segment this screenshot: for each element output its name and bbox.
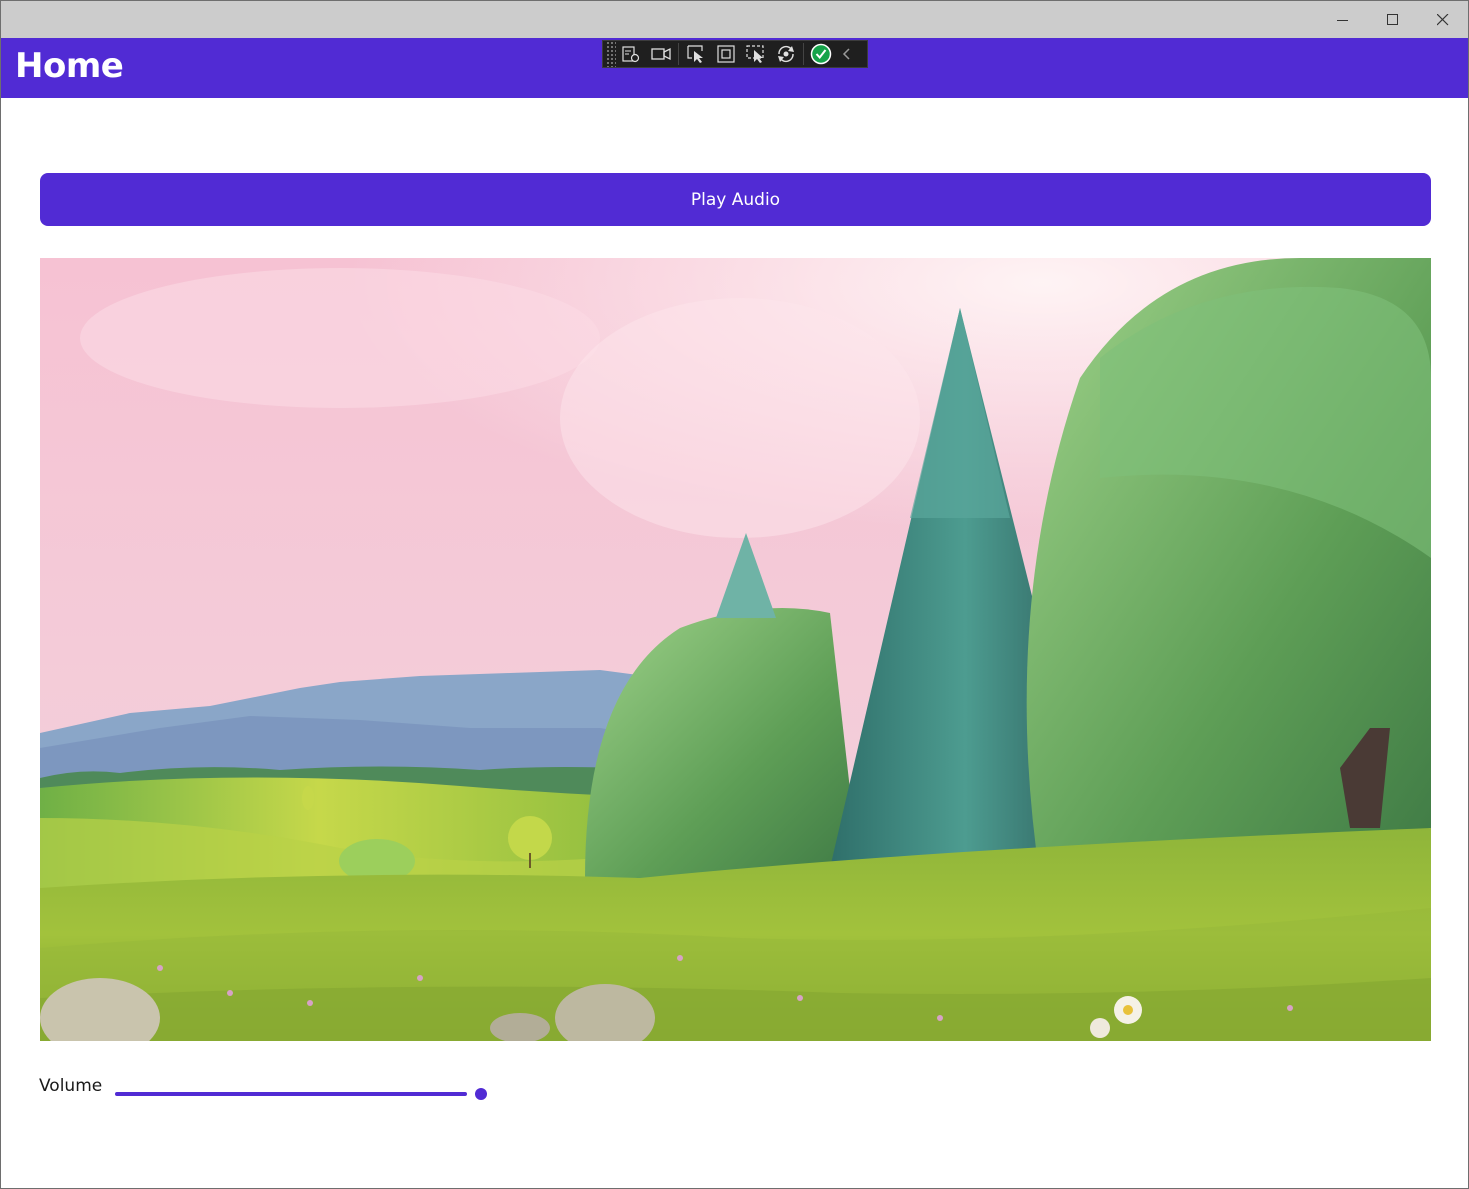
window-titlebar[interactable] (1, 1, 1468, 38)
live-visual-tree-button[interactable] (616, 41, 646, 67)
select-element-icon (687, 45, 703, 63)
toolbar-grip-icon[interactable] (606, 41, 616, 67)
page-title: Home (15, 46, 124, 86)
volume-label: Volume (39, 1076, 103, 1096)
binding-status-button[interactable] (806, 41, 836, 67)
hot-reload-button[interactable] (771, 41, 801, 67)
toolbar-separator (678, 43, 679, 65)
display-layout-adorners-button[interactable] (711, 41, 741, 67)
track-focused-element-icon (746, 45, 764, 63)
volume-slider-thumb[interactable] (471, 1084, 491, 1104)
live-visual-tree-icon (622, 46, 640, 63)
hot-reload-icon (778, 45, 794, 63)
display-layout-adorners-icon (717, 45, 735, 63)
track-focused-element-button[interactable] (741, 41, 771, 67)
close-button[interactable] (1418, 1, 1468, 38)
app-window: Home Play Audio Volume (0, 0, 1469, 1189)
record-icon (651, 47, 671, 61)
media-element[interactable] (40, 258, 1431, 1041)
volume-slider-track[interactable] (115, 1092, 467, 1096)
record-button[interactable] (646, 41, 676, 67)
minimize-button[interactable] (1318, 1, 1368, 38)
select-element-button[interactable] (681, 41, 711, 67)
minimize-icon (1337, 19, 1348, 21)
collapse-chevron-icon (842, 48, 850, 60)
xaml-debug-toolbar (602, 40, 868, 68)
close-icon (1437, 13, 1449, 25)
volume-slider[interactable] (115, 1081, 495, 1107)
maximize-button[interactable] (1368, 1, 1418, 38)
maximize-icon (1387, 13, 1398, 25)
play-audio-button[interactable]: Play Audio (40, 173, 1431, 226)
toolbar-separator (803, 43, 804, 65)
collapse-toolbar-button[interactable] (836, 41, 858, 67)
meadow-scene-image (40, 258, 1431, 1041)
binding-status-ok-icon (810, 43, 832, 65)
